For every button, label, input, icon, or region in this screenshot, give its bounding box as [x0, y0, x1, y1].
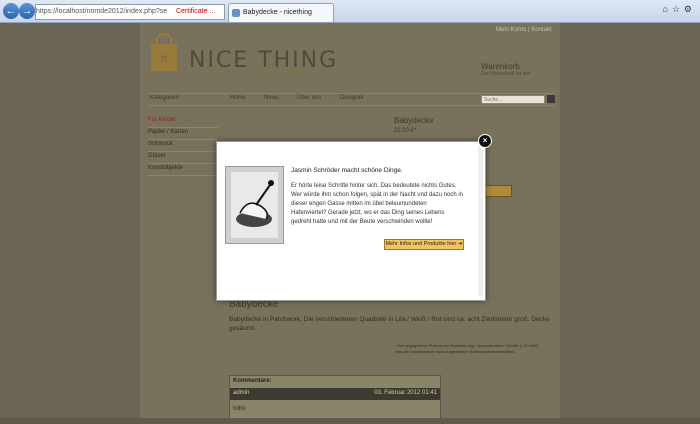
product-description: Babydecke in Patchwork. Die verschiedene…: [229, 316, 550, 332]
sidebar-item-schmuck[interactable]: Schmuck: [148, 141, 218, 152]
comment-meta: admin 03. Februar 2012 01:41: [230, 388, 440, 400]
nav-designer[interactable]: Designer: [340, 95, 364, 101]
logo-tagline: SCHÖNE DINGE SUCHEN UND FINDEN: [192, 72, 335, 78]
address-text: https://localhost/nomde2012/index.php?se: [36, 8, 168, 15]
comment-author: admin: [233, 390, 250, 396]
bottom-bar: [0, 418, 700, 424]
close-icon[interactable]: ×: [478, 134, 492, 148]
nav-home[interactable]: Home: [230, 95, 246, 101]
shopping-bag-logo-icon: n: [151, 33, 177, 71]
modal-title: Jasmin Schröder macht schöne Dinge.: [291, 167, 403, 174]
nav-about[interactable]: Über uns: [297, 95, 321, 101]
top-links[interactable]: Mein Konto | Kontakt: [496, 27, 552, 33]
gear-icon[interactable]: ⚙: [684, 4, 696, 14]
page-icon: [232, 9, 240, 17]
search-button[interactable]: [547, 95, 555, 103]
product-price: 22,00 €*: [394, 128, 417, 134]
cart-title[interactable]: Warenkorb: [481, 62, 520, 71]
comments-box: Kommentare: admin 03. Februar 2012 01:41…: [229, 375, 441, 420]
modal-scrollbar[interactable]: [478, 146, 483, 296]
price-footnote: * Der angegebene Preis ist ein Endpreis …: [395, 343, 539, 354]
home-icon[interactable]: ⌂: [662, 4, 671, 14]
address-bar[interactable]: https://localhost/nomde2012/index.php?se…: [35, 4, 225, 20]
svg-text:n: n: [160, 51, 168, 65]
sidebar-item-papier[interactable]: Papier / Karten: [148, 129, 218, 140]
logo-title: NICE THING: [189, 48, 339, 73]
designer-modal: Jasmin Schröder macht schöne Dinge. Er h…: [216, 141, 486, 301]
star-icon[interactable]: ☆: [672, 4, 684, 14]
comments-header: Kommentare:: [233, 378, 272, 384]
tab-title: Babydecke - nicething: [243, 9, 312, 16]
back-button[interactable]: ←: [3, 3, 19, 19]
arrow-right-icon: ➔: [457, 241, 463, 247]
add-to-cart-button[interactable]: [484, 185, 512, 197]
sidebar-item-kinder[interactable]: Für Kinder →: [148, 117, 218, 128]
browser-chrome: ← → https://localhost/nomde2012/index.ph…: [0, 0, 700, 23]
product-title: Babydecke: [394, 116, 434, 125]
window-controls[interactable]: ⌂☆⚙: [662, 4, 696, 15]
sidebar-item-kunstobjekte[interactable]: Kunstobjekte: [148, 165, 218, 176]
cart-status: Der Warenkorb ist leer: [481, 71, 531, 77]
comment-date: 03. Februar 2012 01:41: [374, 390, 437, 396]
more-info-button[interactable]: Mehr Infos und Produkte hier ➔: [384, 239, 464, 250]
more-info-label: Mehr Infos und Produkte hier: [385, 241, 457, 247]
arrow-right-icon: →: [185, 117, 192, 123]
search-input[interactable]: [481, 95, 545, 104]
nav-categories: Kategorien: [150, 95, 180, 101]
sidebar-item-label: Für Kinder: [148, 117, 177, 123]
forward-button[interactable]: →: [19, 3, 35, 19]
modal-text: Er hörte leise Schritte hinter sich. Das…: [291, 183, 463, 225]
nav-news[interactable]: News: [264, 95, 279, 101]
certificate-error[interactable]: Certificate ...: [176, 5, 215, 19]
comment-text: hiihii: [233, 406, 246, 412]
designer-illustration-image: [225, 166, 284, 244]
sidebar-item-glaeser[interactable]: Gläser: [148, 153, 218, 164]
tab-babydecke[interactable]: Babydecke - nicething: [228, 3, 334, 22]
